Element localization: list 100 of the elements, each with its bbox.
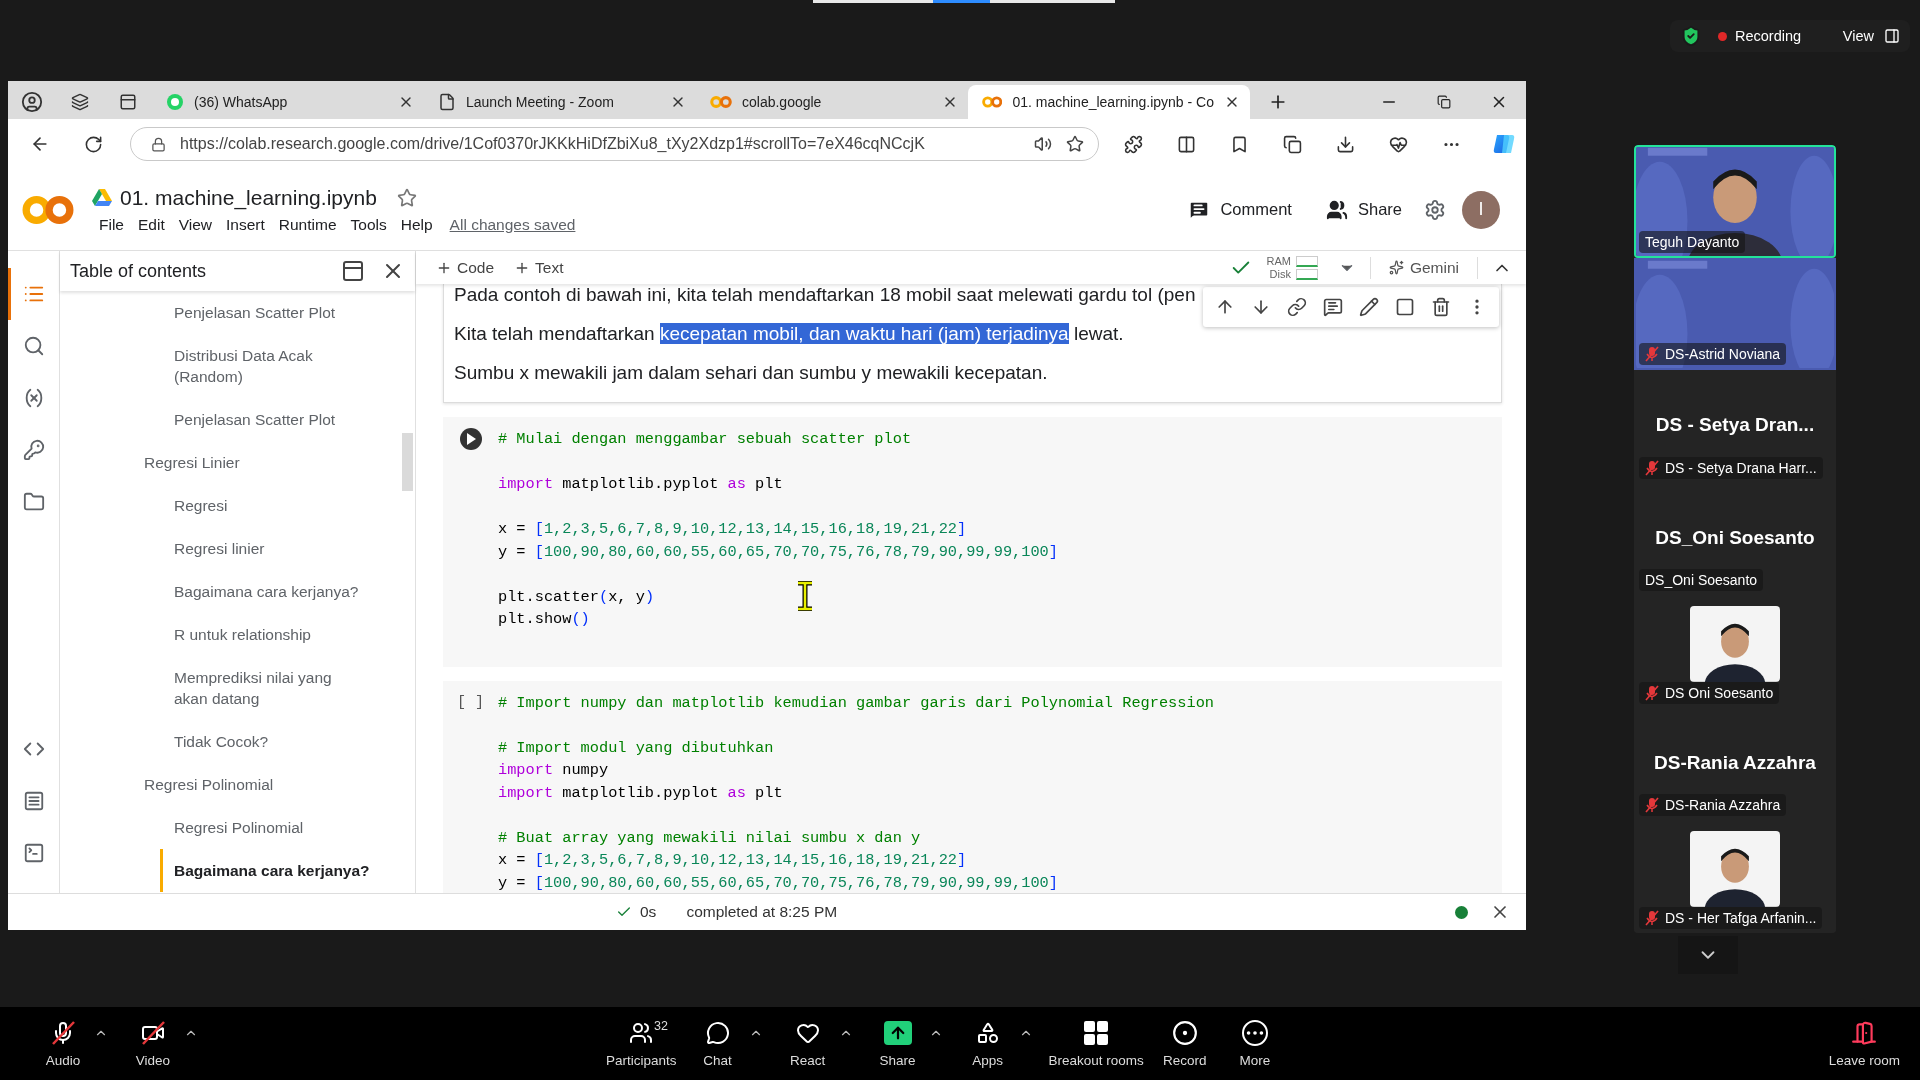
run-button[interactable]	[459, 428, 482, 450]
browser-tab[interactable]: Launch Meeting - Zoom	[424, 85, 696, 119]
leave-control[interactable]: Leave room	[1822, 1019, 1906, 1068]
settings-icon[interactable]	[1424, 198, 1446, 221]
exit-door-icon	[1850, 1019, 1879, 1047]
code-line: # Buat array yang mewakili nilai sumbu x dan y	[498, 827, 921, 849]
colab-tab-icon	[982, 95, 1003, 109]
code-line: import matplotlib.pyplot as plt	[498, 474, 783, 495]
speaker-icon[interactable]	[1034, 135, 1052, 153]
participant-name: DS Oni Soesanto	[1665, 684, 1774, 701]
people-icon	[1325, 198, 1348, 221]
toc-entry[interactable]: R untuk relationship	[174, 613, 311, 656]
view-button[interactable]: View	[1842, 28, 1900, 44]
comment-icon[interactable]	[1323, 297, 1343, 317]
ram-meter	[1295, 255, 1318, 267]
share-screen-icon	[883, 1019, 912, 1047]
shield-icon	[1680, 25, 1702, 47]
toc-entry[interactable]: Regresi Polinomial	[174, 806, 304, 849]
toc-entry[interactable]: Bagaimana cara kerjanya?	[174, 570, 359, 613]
add-code-button[interactable]: Code	[430, 258, 501, 277]
text-cursor-icon	[796, 581, 814, 611]
more-icon	[1240, 1019, 1269, 1047]
more-control[interactable]: More	[1219, 1019, 1290, 1068]
toc-entry[interactable]: Bagaimana cara kerjanya?	[174, 849, 370, 892]
video-tile[interactable]: DS-Astrid Noviana	[1634, 257, 1836, 370]
code-cell[interactable]	[443, 417, 1502, 667]
page-icon	[438, 93, 456, 111]
toc-entry[interactable]: Distribusi Data Acak (Random)	[174, 334, 364, 398]
menu-item[interactable]: File	[92, 215, 131, 234]
toc-entry[interactable]: Regresi	[174, 484, 228, 527]
display-name: DS - Setya Dran...	[1655, 414, 1815, 436]
add-text-button[interactable]: Text	[508, 258, 570, 277]
open-in-tab-icon[interactable]	[341, 259, 365, 283]
disk-meter	[1295, 268, 1318, 280]
toc-entry[interactable]: Memprediksi nilai yang akan datang	[174, 656, 364, 720]
participant-name: Teguh Dayanto	[1645, 233, 1740, 250]
muted-microphone-icon	[1645, 797, 1659, 813]
breakout-control[interactable]: Breakout rooms	[1042, 1019, 1150, 1068]
video-tile[interactable]: Teguh Dayanto	[1634, 145, 1836, 258]
video-control[interactable]: Video	[118, 1019, 188, 1068]
participants-control[interactable]: 32 Participants	[600, 1019, 683, 1068]
drive-icon	[92, 188, 112, 207]
code-line: plt.scatter(x, y)	[498, 586, 655, 608]
muted-microphone-icon	[1645, 459, 1659, 476]
notebook-title[interactable]: 01. machine_learning.ipynb	[120, 185, 377, 210]
react-control[interactable]: React	[772, 1019, 843, 1068]
browser-tab[interactable]: 01. machine_learning.ipynb - Co	[968, 85, 1250, 119]
sparkle-icon	[1388, 260, 1404, 275]
toc-entry[interactable]: Penjelasan Scatter Plot	[174, 398, 336, 441]
muted-microphone-icon	[1645, 909, 1659, 926]
code-line: import numpy	[498, 760, 609, 781]
comment-button[interactable]: Comment	[1176, 192, 1304, 227]
code-line: # Import numpy dan matplotlib kemudian gambar garis dari Polynomial Regression	[498, 692, 1214, 714]
gemini-button[interactable]: Gemini	[1384, 258, 1463, 277]
record-icon	[1170, 1019, 1199, 1047]
star-icon[interactable]	[1066, 135, 1084, 153]
apps-control[interactable]: Apps	[952, 1019, 1023, 1068]
code-line: plt.show()	[498, 609, 590, 630]
save-status-link[interactable]: All changes saved	[449, 215, 576, 234]
menu-item[interactable]: View	[171, 215, 220, 234]
colab-logo	[22, 193, 74, 226]
markdown-paragraph: Pada contoh di bawah ini, kita telah mendaftarkan 18 mobil saat melewati gardu tol (pen	[454, 284, 1196, 306]
toc-entry[interactable]: Penjelasan Scatter Plot	[174, 291, 336, 334]
toc-entry[interactable]: Regresi linier	[174, 527, 265, 570]
code-line: y = [100,90,80,60,60,55,60,65,70,70,75,76,78,79,90,99,99,100]	[498, 541, 1058, 563]
code-cell[interactable]	[443, 680, 1502, 893]
audio-control[interactable]: Audio	[28, 1019, 98, 1068]
participant-name: DS-Rania Azzahra	[1665, 797, 1781, 813]
scroll-thumb[interactable]	[402, 433, 413, 491]
share-button[interactable]: Share	[1313, 192, 1414, 227]
run-prompt[interactable]: [ ]	[457, 691, 484, 714]
chat-control[interactable]: Chat	[682, 1019, 753, 1068]
recording-label: Recording	[1735, 28, 1802, 44]
link-icon[interactable]	[1287, 297, 1307, 317]
trash-icon[interactable]	[1431, 297, 1451, 317]
browser-tab[interactable]: (36) WhatsApp	[152, 85, 424, 119]
lock-icon	[151, 136, 166, 152]
user-avatar[interactable]: I	[1462, 190, 1500, 229]
menu-item[interactable]: Edit	[131, 215, 172, 234]
square-icon[interactable]	[1395, 297, 1415, 317]
toc-entry[interactable]: Regresi Linier	[144, 441, 240, 484]
pencil-icon[interactable]	[1359, 297, 1379, 317]
url-text: https://colab.research.google.com/drive/1Cof0370rJKKkHiDfZbiXu8_tXy2Xdzp1#scrollTo=7eX46cqNCcjK	[180, 135, 926, 153]
menu-item[interactable]: Runtime	[271, 215, 344, 234]
menu-item[interactable]: Insert	[219, 215, 272, 234]
menu-item[interactable]: Tools	[343, 215, 394, 234]
colab-tab-icon	[710, 95, 732, 109]
star-icon[interactable]	[396, 187, 417, 208]
menu-item[interactable]: Help	[393, 215, 440, 234]
toc-entry[interactable]: Regresi Polinomial	[144, 763, 274, 806]
status-message: completed at 8:25 PM	[686, 903, 838, 921]
share-control[interactable]: Share	[862, 1019, 933, 1068]
browser-tab[interactable]: colab.google	[696, 85, 968, 119]
toc-entry[interactable]: Tidak Cocok?	[174, 720, 269, 763]
status-dot	[1455, 905, 1468, 919]
record-control[interactable]: Record	[1149, 1019, 1220, 1068]
muted-microphone-icon	[1645, 684, 1659, 701]
participant-count: 32	[654, 1019, 668, 1033]
text-cell[interactable]	[443, 284, 1502, 403]
code-line: import matplotlib.pyplot as plt	[498, 782, 783, 804]
